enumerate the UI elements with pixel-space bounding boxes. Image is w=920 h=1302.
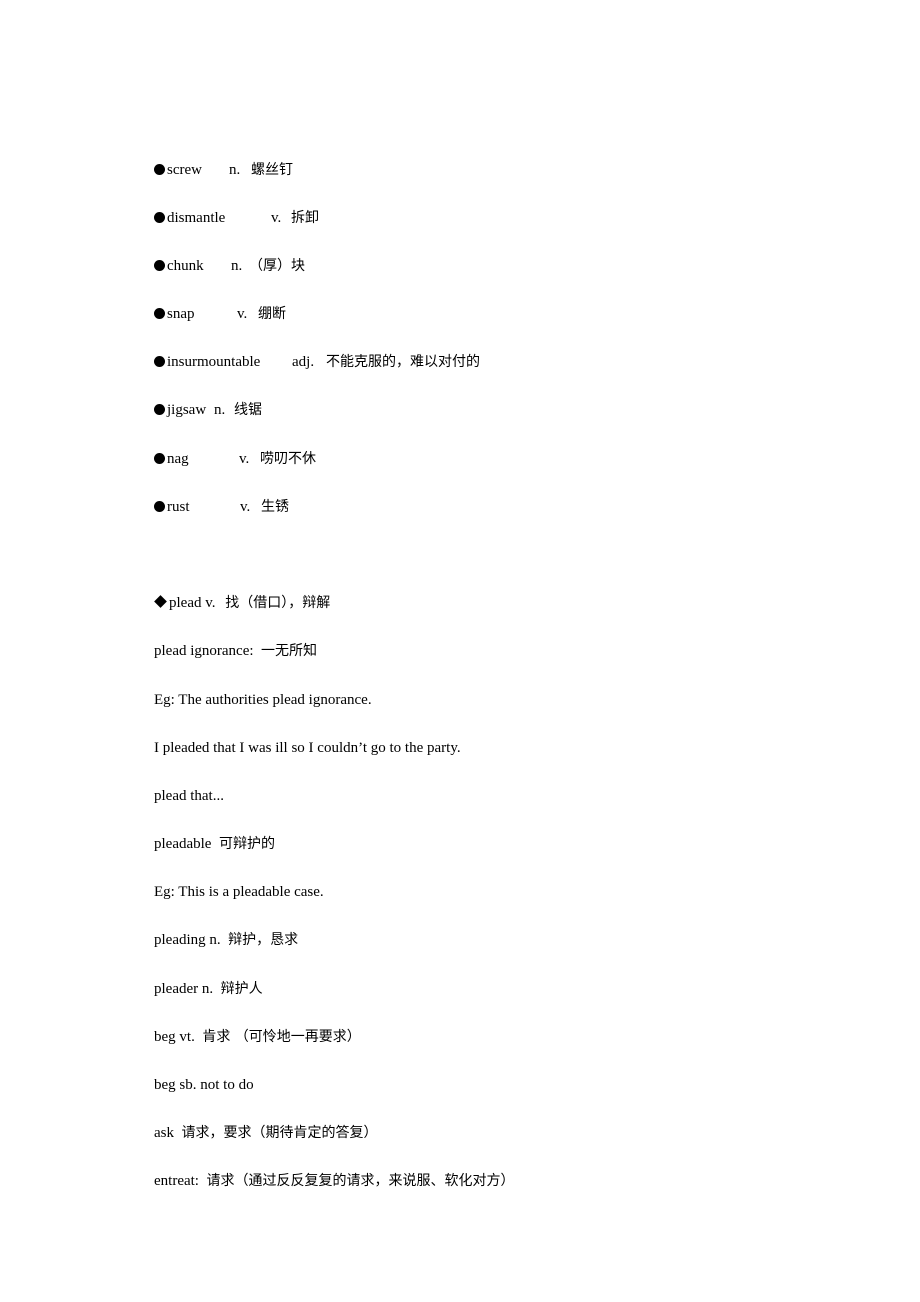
note-chinese: 辩护，恳求 (228, 932, 299, 948)
vocab-item: jigsaw n. 线锯 (139, 377, 262, 418)
vocab-item: dismantle v. 拆卸 (139, 185, 319, 226)
note-line: ask 请求，要求（期待肯定的答复） (139, 1100, 378, 1141)
vocab-word: snap (167, 306, 195, 322)
note-english: plead ignorance: (154, 643, 254, 659)
note-line: I pleaded that I was ill so I couldn’t g… (139, 715, 461, 756)
note-chinese: 请求（通过反反复复的请求，来说服、软化对方） (206, 1173, 515, 1189)
vocab-word: dismantle (167, 210, 226, 226)
vocab-item: chunk n. （厚）块 (139, 233, 305, 274)
note-english: pleader n. (154, 981, 214, 997)
vocab-pos: adj. (292, 354, 315, 370)
bullet-icon (154, 453, 165, 464)
note-line: plead ignorance: 一无所知 (139, 618, 317, 659)
bullet-icon (154, 356, 165, 367)
vocab-meaning: 唠叨不休 (260, 451, 316, 467)
note-english: ask (154, 1125, 174, 1141)
note-line: Eg: The authorities plead ignorance. (139, 667, 372, 708)
note-line: entreat: 请求（通过反反复复的请求，来说服、软化对方） (139, 1148, 514, 1189)
note-chinese: 辩护人 (220, 981, 263, 997)
note-line: Eg: This is a pleadable case. (139, 859, 324, 900)
vocab-meaning: （厚）块 (249, 258, 305, 274)
bullet-icon (154, 308, 165, 319)
bullet-icon (154, 404, 165, 415)
document-page: screw n. 螺丝钉 dismantle v. 拆卸 chunk n. （厚）块 sna… (0, 0, 920, 1302)
note-chinese: 请求，要求（期待肯定的答复） (181, 1125, 378, 1141)
vocab-pos: v. (271, 210, 282, 226)
vocab-item: insurmountable adj. 不能克服的，难以对付的 (139, 329, 480, 370)
vocab-word: screw (167, 162, 202, 178)
note-english: entreat: (154, 1173, 199, 1189)
vocab-meaning: 不能克服的，难以对付的 (326, 354, 480, 370)
note-english: pleadable (154, 836, 212, 852)
vocab-word: jigsaw (167, 402, 207, 418)
vocab-pos: n. (229, 162, 241, 178)
vocab-meaning: 线锯 (234, 402, 262, 418)
vocab-item: snap v. 绷断 (139, 281, 286, 322)
vocab-meaning: 拆卸 (291, 210, 319, 226)
heading-pos: v. (205, 595, 216, 611)
note-english: pleading n. (154, 932, 221, 948)
vocab-pos: v. (240, 499, 251, 515)
diamond-bullet-icon (154, 595, 167, 608)
vocab-item: nag v. 唠叨不休 (139, 426, 316, 467)
note-english: I pleaded that I was ill so I couldn’t g… (154, 740, 461, 756)
note-chinese: 一无所知 (261, 643, 318, 659)
vocab-pos: v. (237, 306, 248, 322)
vocab-meaning: 生锈 (261, 499, 289, 515)
vocab-word: insurmountable (167, 354, 261, 370)
vocab-pos: n. (231, 258, 243, 274)
note-english: Eg: This is a pleadable case. (154, 884, 324, 900)
heading-word: plead (169, 595, 202, 611)
note-line: plead that... (139, 763, 224, 804)
vocab-pos: n. (214, 402, 226, 418)
note-line: pleading n. 辩护，恳求 (139, 907, 298, 948)
note-line: beg sb. not to do (139, 1052, 254, 1093)
note-line: pleader n. 辩护人 (139, 956, 263, 997)
bullet-icon (154, 260, 165, 271)
heading-meaning: 找（借口），辩解 (225, 595, 331, 611)
bullet-icon (154, 164, 165, 175)
note-chinese: 肯求 （可怜地一再要求） (202, 1029, 361, 1045)
vocab-word: chunk (167, 258, 204, 274)
note-english: beg vt. (154, 1029, 195, 1045)
vocab-pos: v. (239, 451, 250, 467)
note-english: beg sb. not to do (154, 1077, 254, 1093)
note-line: beg vt. 肯求 （可怜地一再要求） (139, 1004, 361, 1045)
vocab-meaning: 绷断 (258, 306, 286, 322)
note-line: pleadable 可辩护的 (139, 811, 275, 852)
plead-heading: plead v. 找（借口），辩解 (139, 570, 330, 611)
vocab-word: nag (167, 451, 189, 467)
bullet-icon (154, 212, 165, 223)
vocab-word: rust (167, 499, 190, 515)
note-english: Eg: The authorities plead ignorance. (154, 692, 372, 708)
vocab-item: screw n. 螺丝钉 (139, 137, 293, 178)
note-english: plead that... (154, 788, 224, 804)
bullet-icon (154, 501, 165, 512)
vocab-item: rust v. 生锈 (139, 474, 289, 515)
vocab-meaning: 螺丝钉 (251, 162, 293, 178)
note-chinese: 可辩护的 (218, 836, 275, 852)
